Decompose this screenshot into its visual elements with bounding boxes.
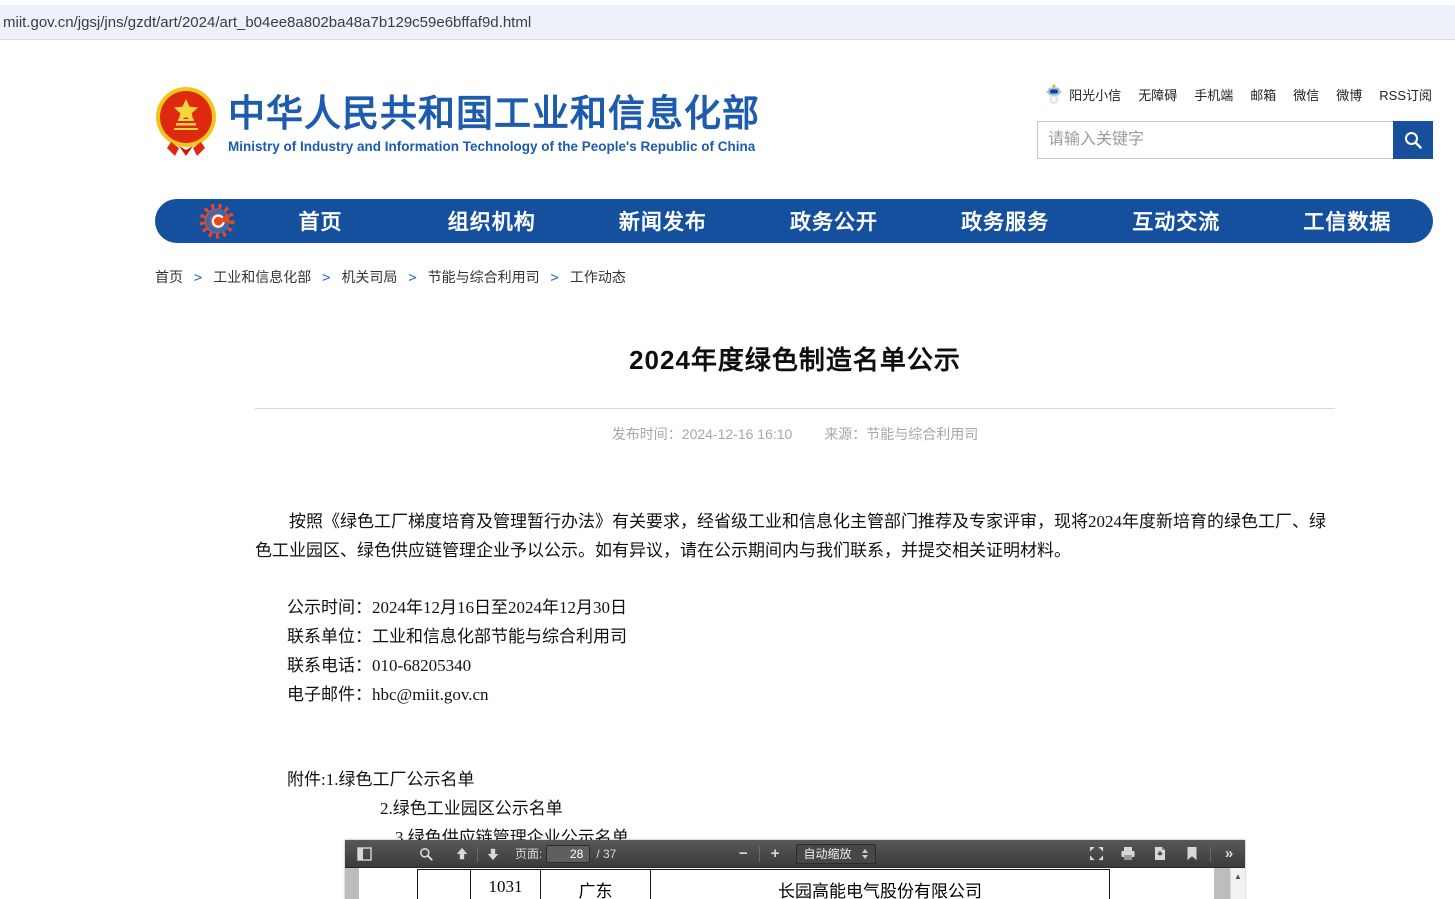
attachment-link-green-factory[interactable]: 附件:1.绿色工厂公示名单 [287, 770, 474, 789]
search-input[interactable] [1038, 122, 1393, 158]
site-search [1037, 121, 1433, 159]
printer-icon [1120, 846, 1136, 861]
page-total: / 37 [596, 847, 616, 861]
link-mail[interactable]: 邮箱 [1250, 85, 1276, 104]
toolbar-divider [759, 846, 760, 862]
toolbar-divider [477, 846, 478, 862]
presentation-mode-button[interactable] [1084, 842, 1108, 866]
link-accessibility[interactable]: 无障碍 [1138, 85, 1177, 104]
search-button[interactable] [1393, 121, 1433, 159]
pdf-scrollbar[interactable]: ▲ [1230, 868, 1245, 899]
pdf-page: 1031 广东 长园高能电气股份有限公司 [359, 868, 1214, 899]
miit-gear-logo-icon [199, 203, 235, 239]
breadcrumb-departments[interactable]: 机关司局 [341, 269, 397, 285]
breadcrumb-separator: > [544, 270, 566, 286]
main-nav: 首页 组织机构 新闻发布 政务公开 政务服务 互动交流 工信数据 [155, 199, 1433, 243]
site-header: 中华人民共和国工业和信息化部 Ministry of Industry and … [228, 94, 760, 154]
title-divider [255, 408, 1335, 409]
next-page-button[interactable] [481, 842, 505, 866]
contact-unit: 联系单位：工业和信息化部节能与综合利用司 [287, 622, 1335, 651]
select-spinner-icon [862, 849, 868, 859]
pdf-toolbar: 页面: / 37 − + 自动缩放 [345, 840, 1245, 868]
contact-phone: 联系电话：010-68205340 [287, 651, 1335, 680]
attachments-block: 附件:1.绿色工厂公示名单 2.绿色工业园区公示名单 3.绿色供应链管理企业公示… [255, 765, 1335, 852]
search-icon [1403, 130, 1423, 150]
pdf-viewer: 页面: / 37 − + 自动缩放 [345, 840, 1245, 899]
article-title: 2024年度绿色制造名单公示 [255, 340, 1335, 377]
download-button[interactable] [1148, 842, 1172, 866]
zoom-mode-select[interactable]: 自动缩放 [796, 844, 876, 864]
publicity-period: 公示时间：2024年12月16日至2024年12月30日 [287, 593, 1335, 622]
national-emblem-icon [155, 86, 217, 156]
breadcrumb-separator: > [187, 270, 209, 286]
article-paragraph: 按照《绿色工厂梯度培育及管理暂行办法》有关要求，经省级工业和信息化主管部门推荐及… [255, 507, 1335, 565]
sunshine-robot-icon [1045, 84, 1063, 104]
nav-item-gov-service[interactable]: 政务服务 [920, 206, 1091, 236]
breadcrumb: 首页 > 工业和信息化部 > 机关司局 > 节能与综合利用司 > 工作动态 [155, 267, 626, 287]
quick-links: 阳光小信 无障碍 手机端 邮箱 微信 微博 RSS订阅 [1045, 84, 1432, 104]
page-label: 页面: [515, 845, 542, 862]
link-sunshine-robot[interactable]: 阳光小信 [1069, 85, 1121, 104]
find-icon [419, 847, 433, 861]
breadcrumb-home[interactable]: 首页 [155, 269, 183, 285]
breadcrumb-miit[interactable]: 工业和信息化部 [213, 269, 311, 285]
zoom-controls: − + 自动缩放 [731, 842, 876, 866]
breadcrumb-separator: > [315, 270, 337, 286]
link-rss[interactable]: RSS订阅 [1379, 85, 1432, 104]
table-cell-blank [418, 870, 471, 899]
publish-time: 发布时间：2024-12-16 16:10 [612, 426, 793, 442]
attachment-link-green-park[interactable]: 2.绿色工业园区公示名单 [380, 799, 563, 818]
sidebar-icon [357, 847, 372, 861]
contact-block: 公示时间：2024年12月16日至2024年12月30日 联系单位：工业和信息化… [255, 593, 1335, 709]
page-number-input[interactable] [546, 845, 590, 863]
article: 2024年度绿色制造名单公示 发布时间：2024-12-16 16:10 来源：… [255, 318, 1335, 852]
nav-item-interaction[interactable]: 互动交流 [1091, 206, 1262, 236]
toolbar-right-group: » [1084, 842, 1241, 866]
table-cell-company: 长园高能电气股份有限公司 [651, 870, 1109, 899]
nav-item-organization[interactable]: 组织机构 [406, 206, 577, 236]
nav-item-gov-open[interactable]: 政务公开 [748, 206, 919, 236]
link-weibo[interactable]: 微博 [1336, 85, 1362, 104]
nav-item-home[interactable]: 首页 [235, 206, 406, 236]
table-cell-province: 广东 [541, 870, 651, 899]
fullscreen-icon [1089, 846, 1104, 861]
download-icon [1153, 846, 1167, 861]
zoom-mode-value: 自动缩放 [804, 845, 852, 862]
zoom-out-button[interactable]: − [731, 842, 756, 866]
toggle-sidebar-button[interactable] [352, 842, 376, 866]
bookmark-icon [1186, 846, 1198, 861]
more-tools-button[interactable]: » [1217, 842, 1241, 866]
pdf-table-row: 1031 广东 长园高能电气股份有限公司 [417, 869, 1110, 899]
breadcrumb-current: 工作动态 [570, 269, 626, 285]
page-root: miit.gov.cn/jgsj/jns/gzdt/art/2024/art_b… [0, 0, 1455, 899]
link-wechat[interactable]: 微信 [1293, 85, 1319, 104]
table-cell-number: 1031 [471, 870, 541, 899]
page-url[interactable]: miit.gov.cn/jgsj/jns/gzdt/art/2024/art_b… [3, 14, 531, 31]
breadcrumb-separator: > [401, 270, 423, 286]
article-meta: 发布时间：2024-12-16 16:10 来源：节能与综合利用司 [255, 424, 1335, 444]
breadcrumb-energy-dept[interactable]: 节能与综合利用司 [428, 269, 540, 285]
site-title: 中华人民共和国工业和信息化部 [228, 94, 760, 134]
previous-page-button[interactable] [450, 842, 474, 866]
page-up-icon [455, 847, 469, 861]
page-down-icon [486, 847, 500, 861]
article-body: 按照《绿色工厂梯度培育及管理暂行办法》有关要求，经省级工业和信息化主管部门推荐及… [255, 507, 1335, 852]
site-subtitle: Ministry of Industry and Information Tec… [228, 139, 760, 154]
find-button[interactable] [414, 842, 438, 866]
nav-item-data[interactable]: 工信数据 [1262, 206, 1433, 236]
article-source: 来源：节能与综合利用司 [824, 426, 978, 442]
print-button[interactable] [1116, 842, 1140, 866]
toolbar-divider [1210, 846, 1211, 862]
link-mobile[interactable]: 手机端 [1194, 85, 1233, 104]
browser-address-bar[interactable]: miit.gov.cn/jgsj/jns/gzdt/art/2024/art_b… [0, 5, 1455, 40]
nav-item-news[interactable]: 新闻发布 [577, 206, 748, 236]
contact-email: 电子邮件：hbc@miit.gov.cn [287, 680, 1335, 709]
scroll-up-icon[interactable]: ▲ [1231, 872, 1245, 881]
bookmark-button[interactable] [1180, 842, 1204, 866]
pdf-content-area: 1031 广东 长园高能电气股份有限公司 ▲ [345, 868, 1245, 899]
zoom-in-button[interactable]: + [763, 842, 788, 866]
